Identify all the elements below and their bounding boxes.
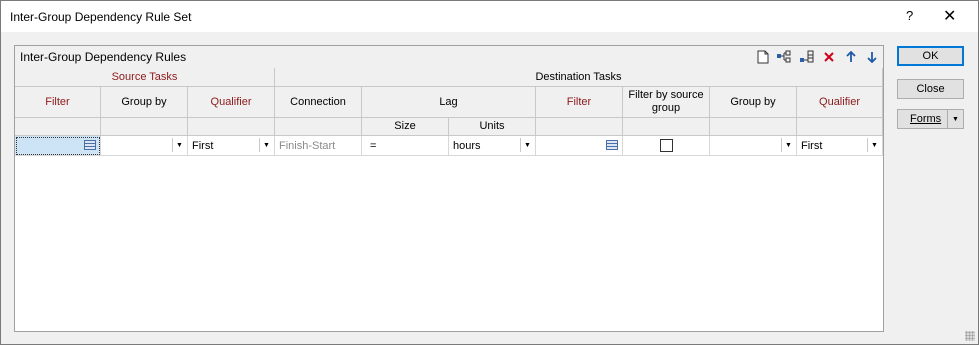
col-destination-group-by[interactable]: Group by bbox=[710, 87, 797, 118]
subheader-blank bbox=[101, 118, 188, 136]
chevron-down-icon[interactable]: ▼ bbox=[781, 138, 795, 152]
chevron-down-icon[interactable]: ▼ bbox=[520, 138, 534, 152]
col-lag-size[interactable]: Size bbox=[362, 118, 449, 136]
move-down-icon[interactable] bbox=[864, 49, 880, 65]
panel-header: Inter-Group Dependency Rules bbox=[15, 46, 883, 69]
filter-by-source-group-checkbox[interactable] bbox=[660, 139, 673, 152]
chevron-down-icon[interactable]: ▼ bbox=[259, 138, 273, 152]
lag-size-field[interactable]: = bbox=[362, 136, 449, 156]
subheader-blank bbox=[710, 118, 797, 136]
title-bar: Inter-Group Dependency Rule Set ? ✕ bbox=[1, 1, 978, 32]
add-child-icon[interactable] bbox=[776, 49, 792, 65]
move-up-icon[interactable] bbox=[843, 49, 859, 65]
source-qualifier-select[interactable]: First ▼ bbox=[188, 136, 275, 156]
subheader-blank bbox=[797, 118, 883, 136]
chevron-down-icon[interactable]: ▼ bbox=[867, 138, 881, 152]
subheader-blank bbox=[536, 118, 623, 136]
connection-cell: Finish-Start bbox=[275, 136, 362, 156]
forms-button[interactable]: Forms ▼ bbox=[897, 109, 964, 129]
delete-icon[interactable] bbox=[821, 49, 837, 65]
source-filter-cell[interactable] bbox=[15, 136, 101, 156]
forms-button-label: Forms bbox=[910, 113, 942, 125]
help-button[interactable]: ? bbox=[906, 8, 913, 23]
close-window-button[interactable]: ✕ bbox=[943, 6, 956, 26]
col-connection[interactable]: Connection bbox=[275, 87, 362, 118]
subheader-blank bbox=[275, 118, 362, 136]
col-source-group-by[interactable]: Group by bbox=[101, 87, 188, 118]
destination-qualifier-select[interactable]: First ▼ bbox=[797, 136, 883, 156]
subheader-blank bbox=[188, 118, 275, 136]
col-filter-by-source-group[interactable]: Filter by source group bbox=[623, 87, 710, 118]
rules-panel: Inter-Group Dependency Rules Source Task… bbox=[14, 45, 884, 332]
destination-group-by-select[interactable]: ▼ bbox=[710, 136, 797, 156]
ok-button[interactable]: OK bbox=[897, 46, 964, 66]
destination-tasks-header: Destination Tasks bbox=[275, 68, 883, 87]
filter-by-source-group-cell bbox=[623, 136, 710, 156]
destination-filter-cell[interactable] bbox=[536, 136, 623, 156]
subheader-blank bbox=[623, 118, 710, 136]
close-button[interactable]: Close bbox=[897, 79, 964, 99]
col-destination-filter[interactable]: Filter bbox=[536, 87, 623, 118]
source-group-by-select[interactable]: ▼ bbox=[101, 136, 188, 156]
col-source-qualifier[interactable]: Qualifier bbox=[188, 87, 275, 118]
source-tasks-header: Source Tasks bbox=[15, 68, 275, 87]
resize-grip-icon[interactable] bbox=[965, 331, 975, 341]
col-destination-qualifier[interactable]: Qualifier bbox=[797, 87, 883, 118]
col-source-filter[interactable]: Filter bbox=[15, 87, 101, 118]
filter-picker-icon[interactable] bbox=[606, 140, 618, 150]
subheader-blank bbox=[15, 118, 101, 136]
dialog-window: Inter-Group Dependency Rule Set ? ✕ Inte… bbox=[0, 0, 979, 345]
filter-picker-icon[interactable] bbox=[84, 140, 96, 150]
new-document-icon[interactable] bbox=[755, 49, 771, 65]
col-lag[interactable]: Lag bbox=[362, 87, 536, 118]
forms-dropdown-icon[interactable]: ▼ bbox=[947, 110, 963, 128]
window-title: Inter-Group Dependency Rule Set bbox=[10, 10, 192, 24]
insert-row-icon[interactable] bbox=[799, 49, 815, 65]
col-lag-units[interactable]: Units bbox=[449, 118, 536, 136]
chevron-down-icon[interactable]: ▼ bbox=[172, 138, 186, 152]
lag-units-select[interactable]: hours ▼ bbox=[449, 136, 536, 156]
panel-title: Inter-Group Dependency Rules bbox=[20, 50, 187, 64]
